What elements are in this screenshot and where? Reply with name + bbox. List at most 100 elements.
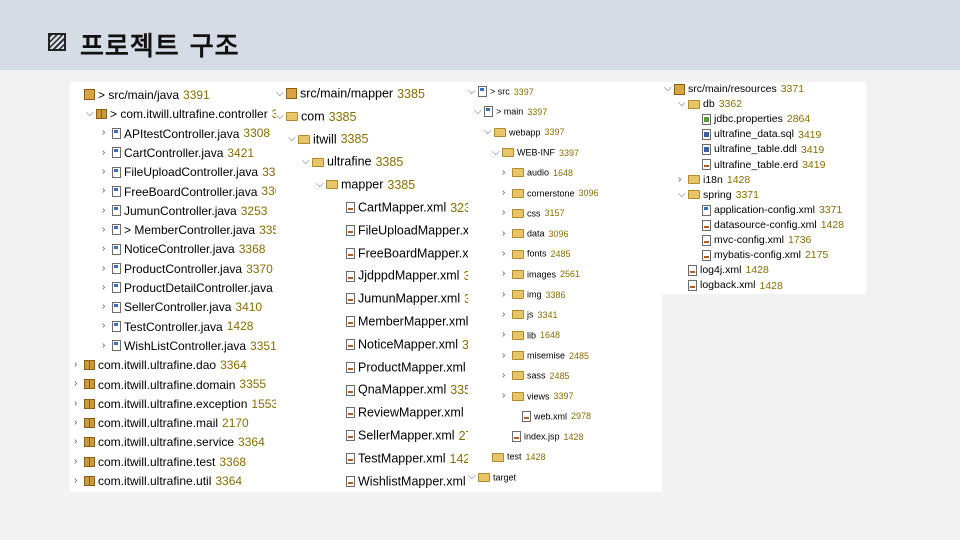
tree-item[interactable]: › images 2561 [502, 267, 580, 281]
collapse-chevron-icon[interactable]: › [502, 328, 512, 342]
tree-item[interactable]: › com.itwill.ultrafine.test 3368 [74, 453, 246, 469]
collapse-chevron-icon[interactable]: › [102, 164, 112, 180]
collapse-chevron-icon[interactable]: › [502, 227, 512, 241]
tree-item[interactable]: ultrafine_data.sql 3419 [692, 127, 821, 141]
tree-item[interactable]: › WishListController.java 3351 [102, 337, 276, 353]
tree-item[interactable]: › CartController.java 3421 [102, 144, 254, 160]
collapse-chevron-icon[interactable]: › [102, 203, 112, 219]
collapse-chevron-icon[interactable]: › [74, 434, 84, 450]
expand-chevron-icon[interactable]: ⌵ [492, 146, 502, 160]
collapse-chevron-icon[interactable]: › [102, 145, 112, 161]
tree-item[interactable]: test 1428 [482, 449, 546, 463]
tree-item[interactable]: jdbc.properties 2864 [692, 112, 810, 126]
tree-item[interactable]: log4j.xml 1428 [678, 263, 769, 277]
tree-item[interactable]: › com.itwill.ultrafine.service 3364 [74, 433, 265, 449]
tree-item[interactable]: › com.itwill.ultrafine.exception 1553 [74, 395, 276, 411]
tree-item[interactable]: › com.itwill.ultrafine.domain 3355 [74, 376, 266, 392]
tree-item[interactable]: WishlistMapper.xml3309 [336, 473, 468, 489]
tree-item[interactable]: datasource-config.xml 1428 [692, 218, 844, 232]
tree-item[interactable]: › SellerController.java 3410 [102, 298, 262, 314]
tree-item[interactable]: ProductMapper.xml3385 [336, 359, 468, 375]
collapse-chevron-icon[interactable]: › [74, 473, 84, 489]
tree-item[interactable]: › fonts 2485 [502, 246, 571, 260]
tree-item[interactable]: ⌵ target [468, 470, 520, 484]
tree-item[interactable]: › cornerstone 3096 [502, 186, 599, 200]
tree-item[interactable]: › APItestController.java 3308 [102, 125, 270, 141]
collapse-chevron-icon[interactable]: › [502, 308, 512, 322]
tree-item[interactable]: > src/main/java 3391 [74, 86, 210, 102]
expand-chevron-icon[interactable]: ⌵ [86, 106, 96, 122]
tree-item[interactable]: ›ProductDetailController.java3129 [102, 279, 276, 295]
tree-item[interactable]: ⌵ src/main/resources 3371 [664, 82, 804, 96]
collapse-chevron-icon[interactable]: › [102, 222, 112, 238]
tree-item[interactable]: › css 3157 [502, 206, 565, 220]
tree-item[interactable]: TestMapper.xml1428 [336, 450, 468, 466]
collapse-chevron-icon[interactable]: › [102, 338, 112, 354]
tree-item[interactable]: web.xml 2978 [512, 409, 591, 423]
tree-item[interactable]: › js 3341 [502, 307, 558, 321]
tree-item[interactable]: › views 3397 [502, 389, 574, 403]
collapse-chevron-icon[interactable]: › [74, 357, 84, 373]
collapse-chevron-icon[interactable]: › [678, 173, 688, 187]
collapse-chevron-icon[interactable]: › [502, 349, 512, 363]
collapse-chevron-icon[interactable]: › [102, 280, 112, 296]
tree-item[interactable]: application-config.xml 3371 [692, 203, 842, 217]
tree-item[interactable]: › FileUploadController.java3399 [102, 163, 276, 179]
tree-item[interactable]: mvc-config.xml 1736 [692, 233, 811, 247]
tree-item[interactable]: › com.itwill.ultrafine.mail 2170 [74, 414, 249, 430]
tree-item[interactable]: ⌵ webapp 3397 [484, 125, 565, 139]
tree-item[interactable]: logback.xml 1428 [678, 278, 783, 292]
expand-chevron-icon[interactable]: ⌵ [276, 109, 286, 125]
tree-item[interactable]: ⌵ src/main/mapper 3385 [276, 85, 425, 101]
tree-item[interactable]: › com.itwill.ultrafine.util 3364 [74, 472, 242, 488]
tree-item[interactable]: ultrafine_table.ddl 3419 [692, 142, 824, 156]
tree-item[interactable]: QnaMapper.xml3359 [336, 381, 468, 397]
collapse-chevron-icon[interactable]: › [74, 376, 84, 392]
tree-item[interactable]: › sass 2485 [502, 368, 570, 382]
collapse-chevron-icon[interactable]: › [74, 454, 84, 470]
tree-item[interactable]: ⌵ itwill 3385 [288, 131, 368, 147]
expand-chevron-icon[interactable]: ⌵ [664, 82, 674, 96]
tree-item[interactable]: mybatis-config.xml 2175 [692, 248, 828, 262]
tree-item[interactable]: › lib 1648 [502, 328, 560, 342]
tree-item[interactable]: › JumunController.java 3253 [102, 202, 267, 218]
tree-item[interactable]: JjdppdMapper.xml3259 [336, 267, 468, 283]
expand-chevron-icon[interactable]: ⌵ [276, 86, 286, 102]
tree-item[interactable]: MemberMapper.xml2528 [336, 313, 468, 329]
collapse-chevron-icon[interactable]: › [74, 396, 84, 412]
tree-item[interactable]: index.jsp 1428 [502, 429, 584, 443]
tree-item[interactable]: › ProductController.java 3370 [102, 260, 273, 276]
tree-item[interactable]: SellerMapper.xml2788 [336, 427, 468, 443]
tree-item[interactable]: ⌵ db 3362 [678, 97, 742, 111]
tree-item[interactable]: CartMapper.xml3238 [336, 199, 468, 215]
expand-chevron-icon[interactable]: ⌵ [316, 177, 326, 193]
tree-item[interactable]: ⌵ > src 3397 [468, 84, 534, 98]
tree-item[interactable]: ⌵ com 3385 [276, 108, 356, 124]
tree-item[interactable]: ⌵ mapper 3385 [316, 176, 415, 192]
tree-item[interactable]: ⌵ ultrafine 3385 [302, 153, 403, 169]
tree-item[interactable]: › TestController.java 1428 [102, 318, 253, 334]
tree-item[interactable]: FileUploadMapper.xml3241 [336, 222, 468, 238]
collapse-chevron-icon[interactable]: › [74, 415, 84, 431]
collapse-chevron-icon[interactable]: › [102, 125, 112, 141]
collapse-chevron-icon[interactable]: › [502, 186, 512, 200]
tree-item[interactable]: › misemise 2485 [502, 348, 589, 362]
tree-item[interactable]: ⌵ spring 3371 [678, 188, 759, 202]
collapse-chevron-icon[interactable]: › [102, 261, 112, 277]
collapse-chevron-icon[interactable]: › [502, 389, 512, 403]
collapse-chevron-icon[interactable]: › [102, 299, 112, 315]
tree-item[interactable]: › data 3096 [502, 226, 569, 240]
tree-item[interactable]: NoticeMapper.xml3363 [336, 336, 468, 352]
collapse-chevron-icon[interactable]: › [502, 247, 512, 261]
tree-item[interactable]: › img 3386 [502, 287, 566, 301]
expand-chevron-icon[interactable]: ⌵ [678, 188, 688, 202]
expand-chevron-icon[interactable]: ⌵ [474, 105, 484, 119]
expand-chevron-icon[interactable]: ⌵ [484, 125, 494, 139]
collapse-chevron-icon[interactable]: › [502, 166, 512, 180]
tree-item[interactable]: ReviewMapper.xml3280 [336, 404, 468, 420]
tree-item[interactable]: › NoticeController.java 3368 [102, 240, 265, 256]
tree-item[interactable]: › i18n 1428 [678, 173, 750, 187]
tree-item[interactable]: ⌵ WEB-INF 3397 [492, 145, 579, 159]
expand-chevron-icon[interactable]: ⌵ [468, 470, 478, 484]
expand-chevron-icon[interactable]: ⌵ [468, 85, 478, 99]
